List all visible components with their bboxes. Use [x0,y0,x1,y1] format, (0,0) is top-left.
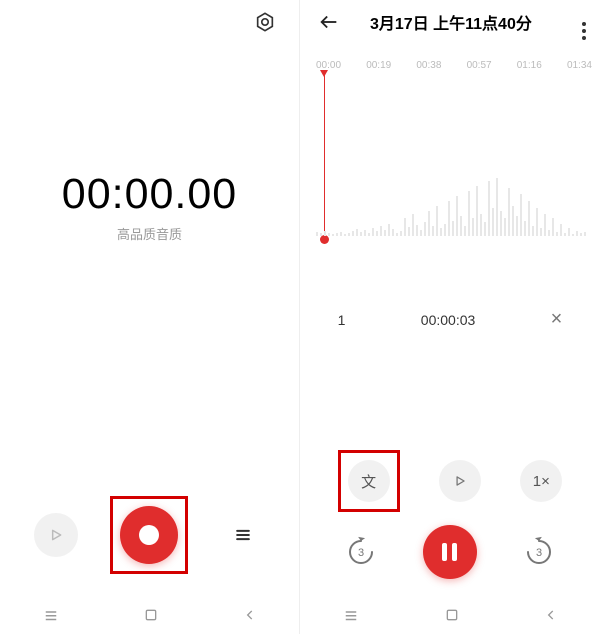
recents-icon[interactable] [342,606,360,624]
timer-block: 00:00.00 高品质音质 [0,170,299,243]
rewind-3-button[interactable]: 3 [338,529,384,575]
header: 3月17日 上午11点40分 [300,10,600,34]
svg-text:3: 3 [536,547,542,559]
transcribe-button[interactable]: 文 [348,460,390,502]
timeline-ticks: 00:00 00:19 00:38 00:57 01:16 01:34 [300,55,600,71]
pause-button[interactable] [423,525,477,579]
back-nav-icon[interactable] [544,608,558,622]
home-icon[interactable] [143,607,159,623]
back-button[interactable] [318,11,340,33]
pause-icon [442,543,457,561]
record-button[interactable] [120,506,178,564]
recents-icon[interactable] [42,606,60,624]
play-button[interactable] [34,513,78,557]
marker-index: 1 [338,312,346,328]
speed-button[interactable]: 1× [520,460,562,502]
speed-label: 1× [533,473,550,490]
quality-label: 高品质音质 [0,224,299,243]
forward-3-button[interactable]: 3 [516,529,562,575]
waveform [316,141,600,236]
timer-readout: 00:00.00 [0,170,299,219]
record-icon [139,525,159,545]
marker-time: 00:00:03 [421,312,476,328]
back-nav-icon[interactable] [243,608,257,622]
settings-icon[interactable] [254,11,276,33]
list-button[interactable] [221,513,265,557]
more-icon[interactable] [582,22,586,40]
svg-text:3: 3 [358,547,364,559]
marker-delete-icon[interactable]: × [551,308,563,331]
home-icon[interactable] [444,607,460,623]
page-title: 3月17日 上午11点40分 [370,10,532,34]
transcribe-label: 文 [361,471,376,492]
system-nav-right [300,596,600,634]
marker-row: 1 00:00:03 × [300,300,600,339]
play-secondary-button[interactable] [439,460,481,502]
system-nav-left [0,596,299,634]
waveform-area[interactable]: 00:00 00:19 00:38 00:57 01:16 01:34 [300,55,600,245]
